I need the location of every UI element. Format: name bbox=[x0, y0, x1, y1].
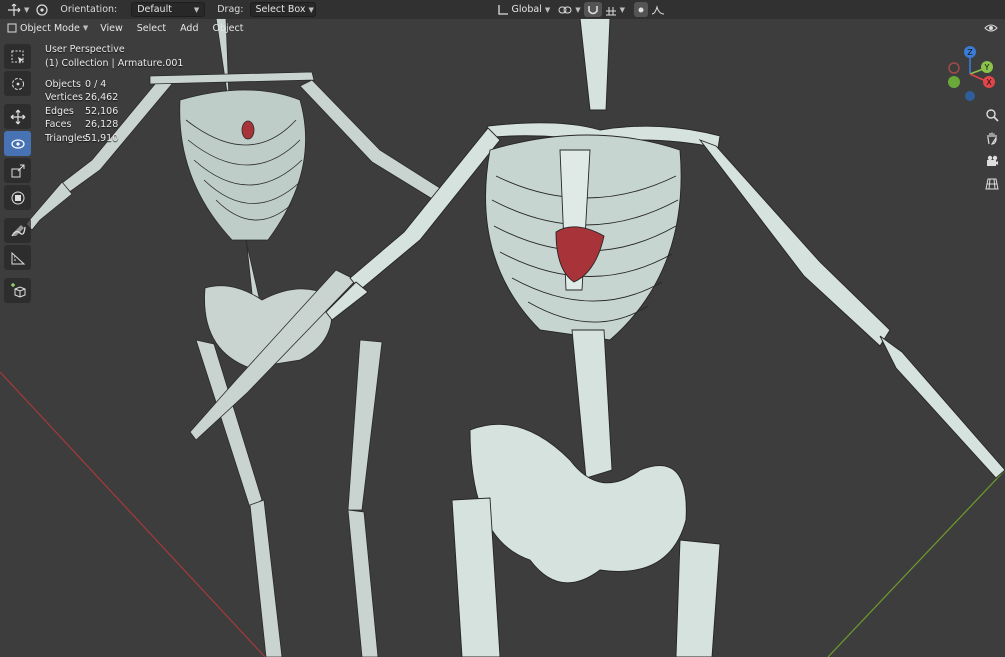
drag-dropdown[interactable]: Select Box ▼ bbox=[249, 2, 316, 17]
gizmo-x-label: X bbox=[986, 78, 992, 87]
chevron-down-icon: ▼ bbox=[193, 5, 200, 14]
menu-view[interactable]: View bbox=[95, 21, 128, 36]
tool-add-cube[interactable] bbox=[4, 278, 31, 303]
stat-value: 0 / 4 bbox=[85, 79, 107, 90]
falloff-curve-icon bbox=[651, 4, 665, 14]
pan-button[interactable] bbox=[981, 127, 1003, 149]
camera-view-button[interactable] bbox=[981, 150, 1003, 172]
tool-shelf bbox=[4, 44, 31, 303]
tool-measure[interactable] bbox=[4, 245, 31, 270]
menu-add[interactable]: Add bbox=[175, 21, 203, 36]
stat-label: Vertices bbox=[45, 92, 83, 104]
chevron-down-icon: ▼ bbox=[308, 5, 314, 14]
select-box-icon bbox=[11, 50, 24, 64]
stat-label: Triangles bbox=[45, 132, 88, 144]
menu-select[interactable]: Select bbox=[132, 21, 171, 36]
tool-annotate[interactable] bbox=[4, 218, 31, 243]
rotate-gizmo-icon bbox=[36, 3, 48, 16]
3d-viewport[interactable] bbox=[0, 0, 1005, 657]
stat-row: Faces 26,128 bbox=[45, 119, 118, 132]
transform-gizmo-button[interactable]: ▼ bbox=[4, 2, 32, 17]
viewport-subheader: Object Mode ▼ View Select Add Object bbox=[0, 19, 248, 37]
y-axis-line bbox=[827, 469, 1005, 657]
stat-row: Objects 0 / 4 bbox=[45, 79, 118, 92]
stat-label: Faces bbox=[45, 119, 72, 131]
zoom-button[interactable] bbox=[981, 104, 1003, 126]
transform-icon bbox=[11, 191, 24, 204]
transform-orientation-dropdown[interactable]: Global ▼ bbox=[492, 2, 556, 17]
transform-orientation-value: Global bbox=[511, 4, 542, 15]
scene-statistics: Objects 0 / 4 Vertices 26,462 Edges 52,106 … bbox=[45, 79, 118, 146]
zoom-icon bbox=[986, 109, 999, 122]
navigation-gizmo[interactable]: Z Y X bbox=[942, 44, 1002, 104]
stat-value: 26,128 bbox=[85, 119, 119, 131]
drag-value: Select Box bbox=[255, 4, 306, 15]
menu-object[interactable]: Object bbox=[208, 21, 249, 36]
pivot-point-dropdown[interactable]: ▼ bbox=[555, 2, 583, 17]
orientation-label: Orientation: bbox=[60, 4, 118, 15]
mode-dropdown[interactable]: Object Mode ▼ bbox=[4, 21, 91, 36]
tool-scale[interactable] bbox=[4, 158, 31, 183]
snap-grid-icon bbox=[605, 6, 616, 15]
chevron-down-icon: ▼ bbox=[24, 5, 30, 14]
stat-row: Triangles 51,910 bbox=[45, 133, 118, 146]
perspective-toggle-button[interactable] bbox=[981, 173, 1003, 195]
stat-row: Edges 52,106 bbox=[45, 106, 118, 119]
move-icon bbox=[10, 109, 25, 124]
gizmo-y-label: Y bbox=[984, 63, 990, 72]
annotate-icon bbox=[10, 224, 26, 236]
add-cube-icon bbox=[10, 282, 25, 298]
orientation-value: Default bbox=[137, 4, 172, 15]
cursor-icon bbox=[11, 77, 24, 90]
drag-label: Drag: bbox=[217, 4, 244, 15]
eye-icon bbox=[984, 24, 998, 32]
proportional-editing-toggle[interactable] bbox=[634, 2, 648, 17]
tool-move[interactable] bbox=[4, 104, 31, 129]
chevron-down-icon: ▼ bbox=[82, 24, 89, 32]
proportional-falloff-dropdown[interactable] bbox=[648, 2, 668, 17]
object-mode-icon bbox=[7, 23, 17, 33]
stat-value: 51,910 bbox=[85, 132, 119, 144]
scale-icon bbox=[11, 164, 24, 177]
global-axes-icon bbox=[497, 4, 508, 15]
tool-transform[interactable] bbox=[4, 185, 31, 210]
tool-rotate[interactable] bbox=[4, 131, 31, 156]
snap-toggle[interactable] bbox=[583, 2, 602, 17]
object-gizmo-button[interactable] bbox=[32, 2, 52, 17]
chevron-down-icon: ▼ bbox=[619, 5, 625, 14]
magnet-icon bbox=[587, 5, 598, 14]
tool-cursor[interactable] bbox=[4, 71, 31, 96]
mode-value: Object Mode bbox=[20, 22, 80, 34]
chevron-down-icon: ▼ bbox=[575, 5, 581, 14]
measure-icon bbox=[11, 251, 25, 264]
viewport-overlays-button[interactable] bbox=[978, 17, 1004, 39]
rotate-icon bbox=[10, 138, 25, 149]
tool-select-box[interactable] bbox=[4, 44, 31, 69]
stat-row: Vertices 26,462 bbox=[45, 92, 118, 105]
orientation-dropdown[interactable]: Default ▼ bbox=[131, 2, 206, 17]
hand-icon bbox=[987, 132, 997, 145]
active-collection: (1) Collection | Armature.001 bbox=[45, 58, 184, 69]
view-name: User Perspective bbox=[45, 44, 125, 55]
skeleton-front bbox=[325, 17, 1005, 657]
stat-value: 52,106 bbox=[85, 105, 119, 117]
pivot-link-icon bbox=[558, 6, 572, 13]
move-gizmo-icon bbox=[8, 3, 21, 16]
chevron-down-icon: ▼ bbox=[544, 5, 551, 14]
snap-target-dropdown[interactable]: ▼ bbox=[602, 2, 628, 17]
gizmo-z-label: Z bbox=[967, 48, 973, 57]
viewport-header: ▼ Orientation: Default ▼ Drag: Select Bo… bbox=[0, 0, 1005, 19]
camera-icon bbox=[987, 155, 998, 166]
stat-value: 26,462 bbox=[85, 92, 119, 104]
stat-label: Edges bbox=[45, 105, 74, 117]
grid-perspective-icon bbox=[985, 178, 999, 190]
stat-label: Objects bbox=[45, 79, 81, 90]
proportional-dot-icon bbox=[638, 7, 644, 12]
